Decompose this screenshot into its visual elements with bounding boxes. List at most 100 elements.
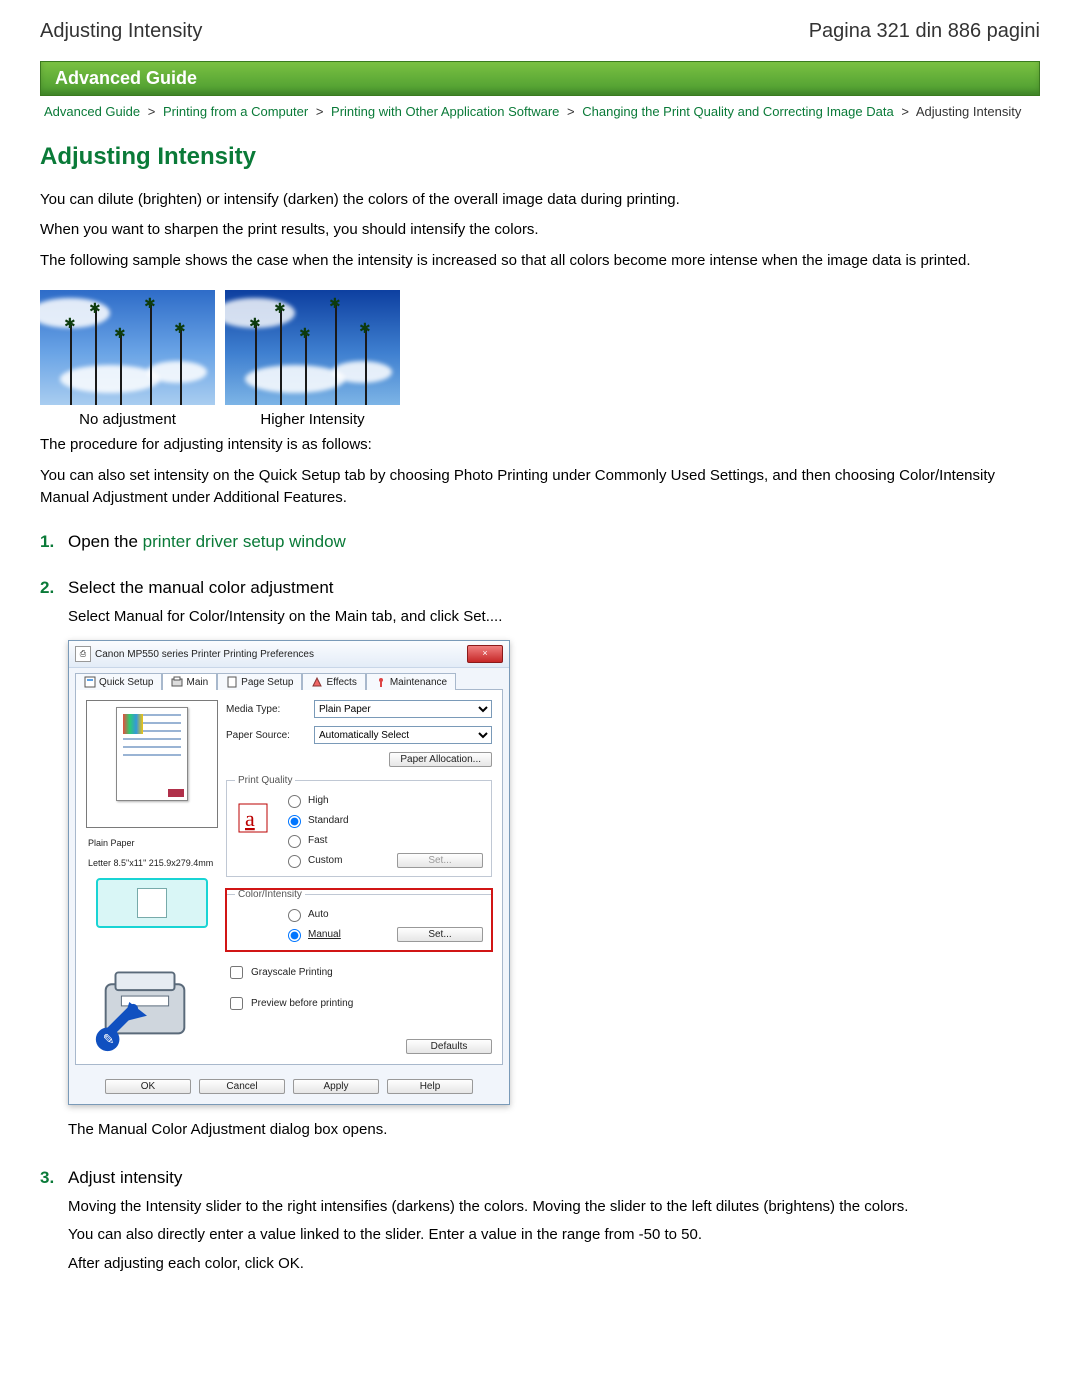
- tab-label: Page Setup: [241, 677, 293, 688]
- step-number: 3.: [40, 1168, 54, 1188]
- step3-title: Adjust intensity: [68, 1168, 1040, 1188]
- preview-before-label: Preview before printing: [251, 998, 353, 1009]
- paper-allocation-button[interactable]: Paper Allocation...: [389, 752, 492, 767]
- steps-list: 1. Open the printer driver setup window …: [40, 532, 1040, 1276]
- breadcrumb-sep: >: [567, 104, 575, 119]
- breadcrumb-link-1[interactable]: Printing from a Computer: [163, 104, 308, 119]
- ci-auto-radio[interactable]: [288, 909, 301, 922]
- step2-body1: Select Manual for Color/Intensity on the…: [68, 606, 1040, 629]
- breadcrumb: Advanced Guide > Printing from a Compute…: [44, 102, 1040, 123]
- pq-standard-radio[interactable]: [288, 815, 301, 828]
- step-number: 1.: [40, 532, 54, 552]
- page-setup-icon: [226, 676, 238, 688]
- dialog-tabs: Quick Setup Main Page Setup: [69, 668, 509, 689]
- svg-text:a: a: [245, 806, 255, 831]
- ci-auto-label: Auto: [308, 909, 329, 920]
- dialog-footer: OK Cancel Apply Help: [69, 1071, 509, 1104]
- dialog-title: Canon MP550 series Printer Printing Pref…: [95, 649, 314, 660]
- pq-custom-radio[interactable]: [288, 855, 301, 868]
- intro-p1: You can dilute (brighten) or intensify (…: [40, 189, 1040, 212]
- grayscale-label: Grayscale Printing: [251, 967, 333, 978]
- pq-fast-radio[interactable]: [288, 835, 301, 848]
- svg-text:✎: ✎: [103, 1033, 115, 1048]
- sample-caption-left: No adjustment: [40, 411, 215, 428]
- media-type-label: Media Type:: [226, 704, 308, 715]
- effects-icon: [311, 676, 323, 688]
- apply-button[interactable]: Apply: [293, 1079, 379, 1094]
- maintenance-icon: [375, 676, 387, 688]
- step-3: 3. Adjust intensity Moving the Intensity…: [40, 1168, 1040, 1276]
- page-indicator: Pagina 321 din 886 pagini: [809, 20, 1040, 43]
- pq-custom-label: Custom: [308, 855, 342, 866]
- sample-image-higher: [225, 290, 400, 405]
- quick-setup-icon: [84, 676, 96, 688]
- header-title: Adjusting Intensity: [40, 20, 202, 43]
- pq-set-button[interactable]: Set...: [397, 853, 483, 868]
- page-header: Adjusting Intensity Pagina 321 din 886 p…: [40, 20, 1040, 43]
- breadcrumb-sep: >: [316, 104, 324, 119]
- printer-illustration: ✎: [86, 944, 204, 1054]
- step3-body3: After adjusting each color, click OK.: [68, 1253, 1040, 1276]
- printer-driver-link[interactable]: printer driver setup window: [143, 532, 346, 551]
- preview-paper-type: Plain Paper: [86, 838, 218, 848]
- layout-preview: [96, 878, 208, 928]
- cancel-button[interactable]: Cancel: [199, 1079, 285, 1094]
- help-button[interactable]: Help: [387, 1079, 473, 1094]
- tab-label: Main: [186, 677, 208, 688]
- pq-high-label: High: [308, 795, 329, 806]
- tab-page-setup[interactable]: Page Setup: [217, 673, 302, 690]
- dialog-titlebar[interactable]: ⎙ Canon MP550 series Printer Printing Pr…: [69, 641, 509, 668]
- quality-letter-icon: a: [237, 802, 269, 834]
- close-button[interactable]: ×: [467, 645, 503, 663]
- pq-standard-label: Standard: [308, 815, 349, 826]
- pq-high-radio[interactable]: [288, 795, 301, 808]
- step-number: 2.: [40, 578, 54, 598]
- intro-p2: When you want to sharpen the print resul…: [40, 219, 1040, 242]
- print-quality-legend: Print Quality: [235, 775, 295, 786]
- tab-quick-setup[interactable]: Quick Setup: [75, 673, 162, 690]
- grayscale-checkbox[interactable]: [230, 966, 243, 979]
- breadcrumb-link-2[interactable]: Printing with Other Application Software: [331, 104, 559, 119]
- preview-paper-size: Letter 8.5"x11" 215.9x279.4mm: [86, 858, 218, 868]
- pq-fast-label: Fast: [308, 835, 327, 846]
- printer-icon: ⎙: [75, 646, 91, 662]
- defaults-button[interactable]: Defaults: [406, 1039, 492, 1054]
- printing-preferences-dialog: ⎙ Canon MP550 series Printer Printing Pr…: [68, 640, 510, 1105]
- step-1: 1. Open the printer driver setup window: [40, 532, 1040, 552]
- step2-title: Select the manual color adjustment: [68, 578, 1040, 598]
- step3-body1: Moving the Intensity slider to the right…: [68, 1196, 1040, 1219]
- step3-body2: You can also directly enter a value link…: [68, 1224, 1040, 1247]
- color-intensity-group: Color/Intensity Auto Manual Set...: [226, 889, 492, 951]
- paper-source-select[interactable]: Automatically Select: [314, 726, 492, 744]
- tab-main[interactable]: Main: [162, 673, 217, 690]
- breadcrumb-sep: >: [148, 104, 156, 119]
- preview-before-checkbox[interactable]: [230, 997, 243, 1010]
- after-sample-p2: You can also set intensity on the Quick …: [40, 465, 1040, 510]
- ok-button[interactable]: OK: [105, 1079, 191, 1094]
- print-quality-group: Print Quality a High Standard Fast Custo…: [226, 775, 492, 877]
- intro-p3: The following sample shows the case when…: [40, 250, 1040, 273]
- ci-set-button[interactable]: Set...: [397, 927, 483, 942]
- ci-manual-label: Manual: [308, 929, 341, 940]
- page-preview: [86, 700, 218, 828]
- tab-label: Maintenance: [390, 677, 447, 688]
- sample-image-row: No adjustment Higher Intensity: [40, 290, 1040, 428]
- sample-image-normal: [40, 290, 215, 405]
- step2-body2: The Manual Color Adjustment dialog box o…: [68, 1119, 1040, 1142]
- ci-manual-radio[interactable]: [288, 929, 301, 942]
- after-sample-p1: The procedure for adjusting intensity is…: [40, 434, 1040, 457]
- breadcrumb-link-3[interactable]: Changing the Print Quality and Correctin…: [582, 104, 893, 119]
- step-2: 2. Select the manual color adjustment Se…: [40, 578, 1040, 1142]
- tab-effects[interactable]: Effects: [302, 673, 365, 690]
- breadcrumb-link-0[interactable]: Advanced Guide: [44, 104, 140, 119]
- breadcrumb-sep: >: [901, 104, 909, 119]
- step1-text: Open the: [68, 532, 143, 551]
- sample-caption-right: Higher Intensity: [225, 411, 400, 428]
- tab-label: Effects: [326, 677, 356, 688]
- media-type-select[interactable]: Plain Paper: [314, 700, 492, 718]
- main-icon: [171, 676, 183, 688]
- advanced-guide-banner: Advanced Guide: [40, 61, 1040, 96]
- page-title: Adjusting Intensity: [40, 143, 1040, 171]
- tab-maintenance[interactable]: Maintenance: [366, 673, 456, 690]
- tab-label: Quick Setup: [99, 677, 153, 688]
